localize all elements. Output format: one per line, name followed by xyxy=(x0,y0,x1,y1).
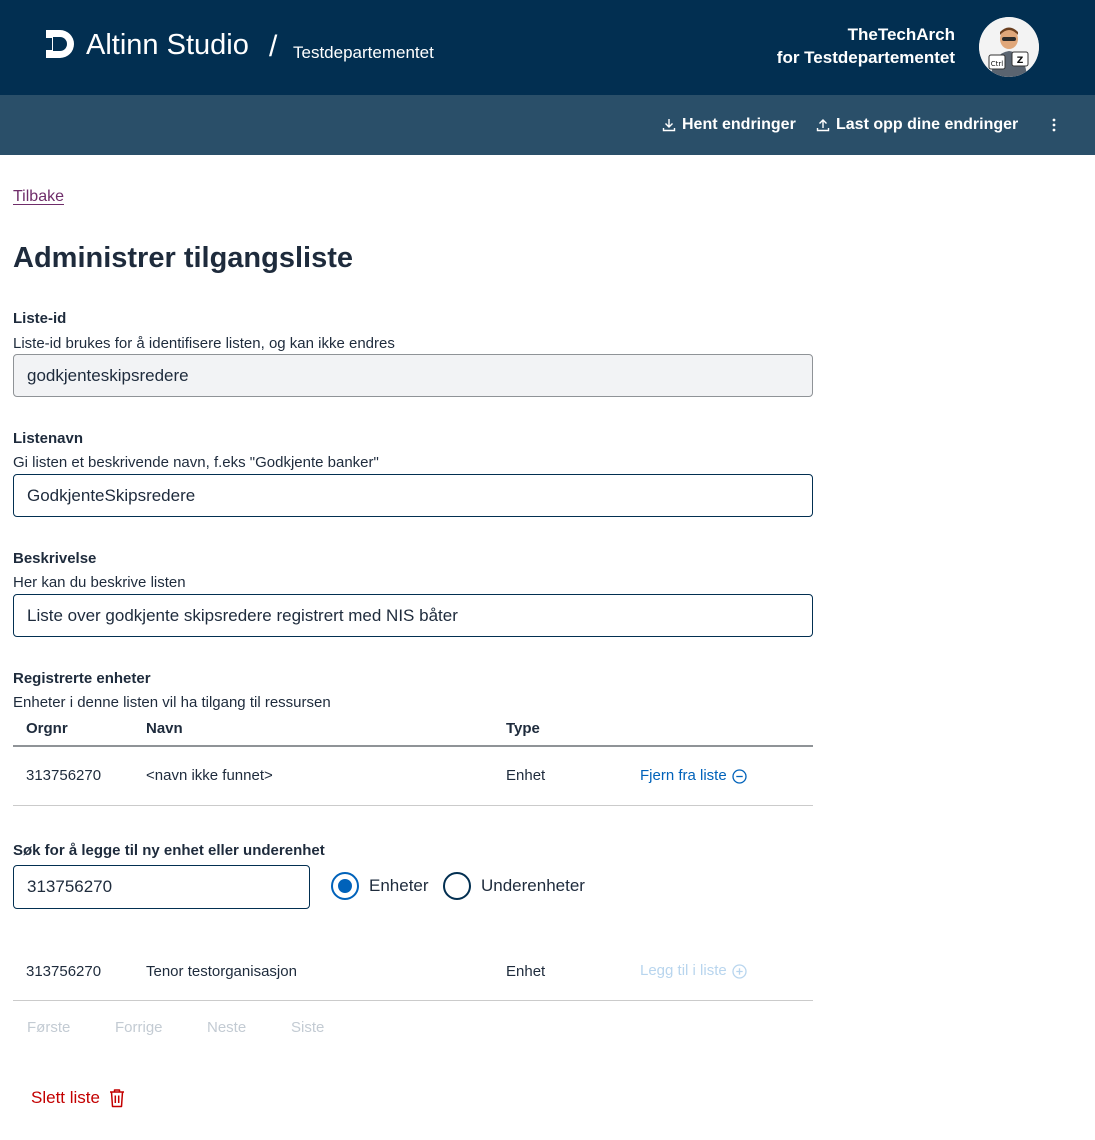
list-id-input[interactable] xyxy=(13,354,813,397)
kebab-menu-icon[interactable] xyxy=(1046,113,1062,137)
avatar[interactable]: Ctrl Z xyxy=(979,17,1039,77)
fetch-changes-button[interactable]: Hent endringer xyxy=(662,115,796,135)
radio-units-indicator[interactable] xyxy=(331,872,359,900)
back-link[interactable]: Tilbake xyxy=(13,187,64,207)
description-input[interactable] xyxy=(13,594,813,637)
breadcrumb-separator: / xyxy=(269,30,278,63)
column-header-orgnr: Orgnr xyxy=(26,720,68,737)
radio-units-label: Enheter xyxy=(369,876,429,895)
description-label: Beskrivelse xyxy=(13,550,97,567)
row-type: Enhet xyxy=(506,767,546,784)
row-name: <navn ikke funnet> xyxy=(146,767,273,784)
altinn-logo-icon[interactable] xyxy=(44,28,76,60)
user-info: TheTechArch for Testdepartementet xyxy=(777,24,955,70)
radio-units[interactable]: Enheter xyxy=(331,872,429,900)
row-orgnr: 313756270 xyxy=(26,767,102,784)
result-name: Tenor testorganisasjon xyxy=(146,963,297,980)
add-to-list-button[interactable]: Legg til i liste xyxy=(640,961,747,981)
column-header-name: Navn xyxy=(146,720,183,737)
avatar-image: Ctrl Z xyxy=(979,17,1039,77)
table-row-divider xyxy=(13,805,813,806)
delete-list-label: Slett liste xyxy=(31,1088,100,1107)
registered-units-table: Orgnr Navn Type 313756270 <navn ikke fun… xyxy=(13,719,813,807)
add-circle-icon xyxy=(732,963,747,979)
download-icon xyxy=(662,119,676,132)
fetch-changes-label: Hent endringer xyxy=(682,116,796,133)
result-orgnr: 313756270 xyxy=(26,963,102,980)
pagination-next[interactable]: Neste xyxy=(207,1018,246,1038)
list-id-label: Liste-id xyxy=(13,310,67,327)
list-name-label: Listenavn xyxy=(13,430,84,447)
radio-subunits-label: Underenheter xyxy=(481,876,585,895)
repo-toolbar: Hent endringer Last opp dine endringer xyxy=(0,95,1095,155)
list-name-input[interactable] xyxy=(13,474,813,517)
registered-units-hint: Enheter i denne listen vil ha tilgang ti… xyxy=(13,694,331,711)
svg-text:Ctrl: Ctrl xyxy=(991,60,1004,68)
top-header: Altinn Studio / Testdepartementet TheTec… xyxy=(0,0,1095,95)
upload-changes-button[interactable]: Last opp dine endringer xyxy=(816,115,1018,135)
pagination-previous[interactable]: Forrige xyxy=(115,1018,163,1038)
pagination-last[interactable]: Siste xyxy=(291,1018,324,1038)
user-organization: for Testdepartementet xyxy=(776,48,955,67)
user-name: TheTechArch xyxy=(847,25,955,44)
remove-circle-icon xyxy=(732,768,747,784)
remove-from-list-button[interactable]: Fjern fra liste xyxy=(640,766,747,786)
search-label: Søk for å legge til ny enhet eller under… xyxy=(13,842,325,859)
pagination-first[interactable]: Første xyxy=(27,1018,70,1038)
svg-text:Z: Z xyxy=(1017,56,1024,66)
organization-name: Testdepartementet xyxy=(293,43,434,62)
search-results-table: 313756270 Tenor testorganisasjon Enhet L… xyxy=(13,950,813,1002)
description-hint: Her kan du beskrive listen xyxy=(13,574,186,591)
page-title: Administrer tilgangsliste xyxy=(13,242,354,274)
column-header-type: Type xyxy=(506,720,540,737)
list-name-hint: Gi listen et beskrivende navn, f.eks "Go… xyxy=(13,454,379,471)
upload-icon xyxy=(816,119,830,132)
trash-icon xyxy=(109,1089,124,1108)
remove-from-list-label: Fjern fra liste xyxy=(640,767,727,784)
table-header-divider xyxy=(13,745,813,747)
add-to-list-label: Legg til i liste xyxy=(640,962,727,979)
delete-list-button[interactable]: Slett liste xyxy=(31,1087,126,1109)
table-row-divider xyxy=(13,1000,813,1001)
radio-subunits-indicator[interactable] xyxy=(443,872,471,900)
radio-subunits[interactable]: Underenheter xyxy=(443,872,585,900)
search-input[interactable] xyxy=(13,865,310,909)
result-type: Enhet xyxy=(506,963,546,980)
registered-units-label: Registrerte enheter xyxy=(13,670,151,687)
list-id-hint: Liste-id brukes for å identifisere liste… xyxy=(13,335,395,352)
upload-changes-label: Last opp dine endringer xyxy=(836,116,1019,133)
brand-title[interactable]: Altinn Studio xyxy=(86,28,249,62)
